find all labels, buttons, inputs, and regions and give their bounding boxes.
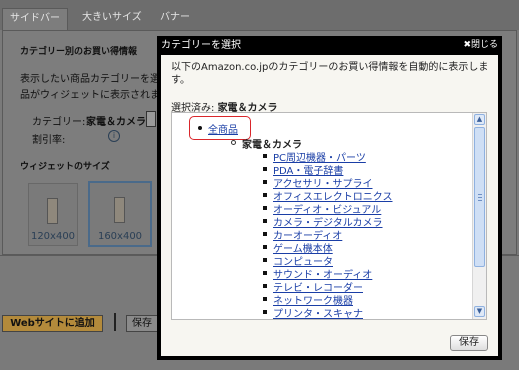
category-change-button[interactable]: [146, 111, 156, 127]
discount-label: 割引率:: [32, 135, 66, 146]
widget-type-tabs: サイドバー 大きいサイズ バナー: [0, 0, 519, 30]
bullet-icon: [263, 284, 267, 288]
dialog-description: 以下のAmazon.co.jpのカテゴリーのお買い得情報を自動的に表示します。: [171, 62, 489, 86]
size-preview: [47, 198, 58, 224]
description-line-2: 品がウィジェットに表示されます: [20, 90, 170, 101]
bullet-icon: [263, 193, 267, 197]
bullet-icon: [263, 154, 267, 158]
dialog-body: 以下のAmazon.co.jpのカテゴリーのお買い得情報を自動的に表示します。 …: [161, 55, 498, 356]
dialog-title: カテゴリーを選択: [161, 40, 241, 51]
tab-banner[interactable]: バナー: [150, 8, 200, 30]
bullet-icon: [263, 167, 267, 171]
category-label: カテゴリー:: [32, 117, 86, 128]
add-to-website-button[interactable]: Webサイトに追加: [2, 315, 103, 332]
bullet-icon: [263, 310, 267, 314]
scrollbar[interactable]: ▲ ▼: [472, 113, 486, 319]
bullet-icon: [263, 297, 267, 301]
bullet-icon: [263, 258, 267, 262]
scroll-thumb[interactable]: [474, 127, 485, 267]
size-label: 120x400: [30, 231, 76, 242]
scroll-up-icon[interactable]: ▲: [474, 114, 485, 125]
bullet-icon: [263, 245, 267, 249]
dialog-save-button[interactable]: 保存: [450, 335, 488, 351]
tree-item-all-products[interactable]: 全商品: [208, 121, 238, 136]
section-title: カテゴリー別のお買い得情報: [20, 47, 138, 57]
size-option-120x400[interactable]: 120x400: [28, 183, 78, 246]
widget-size-title: ウィジェットのサイズ: [20, 162, 110, 172]
close-label: 閉じる: [470, 40, 498, 50]
size-preview: [114, 197, 125, 223]
tab-large-size[interactable]: 大きいサイズ: [72, 8, 152, 30]
tree-item-subcategory[interactable]: 携帯電話・PHS・スマ: [273, 318, 373, 319]
bullet-icon: [263, 232, 267, 236]
category-select-dialog: カテゴリーを選択 ✖閉じる 以下のAmazon.co.jpのカテゴリーのお買い得…: [157, 36, 502, 360]
bullet-icon: [263, 219, 267, 223]
close-button[interactable]: ✖閉じる: [463, 38, 498, 53]
divider: [114, 313, 116, 331]
bullet-icon: [263, 271, 267, 275]
category-value: 家電＆カメラ: [86, 117, 146, 128]
description-line-1: 表示したい商品カテゴリーを選択: [20, 74, 170, 85]
category-tree[interactable]: 全商品 家電＆カメラ PC周辺機器・パーツ PDA・電子辞書 アクセサリ・サプライオ…: [171, 112, 487, 320]
close-icon: ✖: [463, 40, 471, 50]
bullet-icon: [198, 126, 202, 130]
bullet-icon: [263, 180, 267, 184]
bullet-icon: [263, 206, 267, 210]
size-option-160x400[interactable]: 160x400: [88, 181, 152, 247]
scroll-down-icon[interactable]: ▼: [474, 306, 485, 317]
bullet-icon: [231, 140, 236, 145]
size-label: 160x400: [97, 231, 143, 242]
tab-sidebar[interactable]: サイドバー: [2, 8, 68, 30]
info-icon[interactable]: i: [108, 130, 120, 142]
